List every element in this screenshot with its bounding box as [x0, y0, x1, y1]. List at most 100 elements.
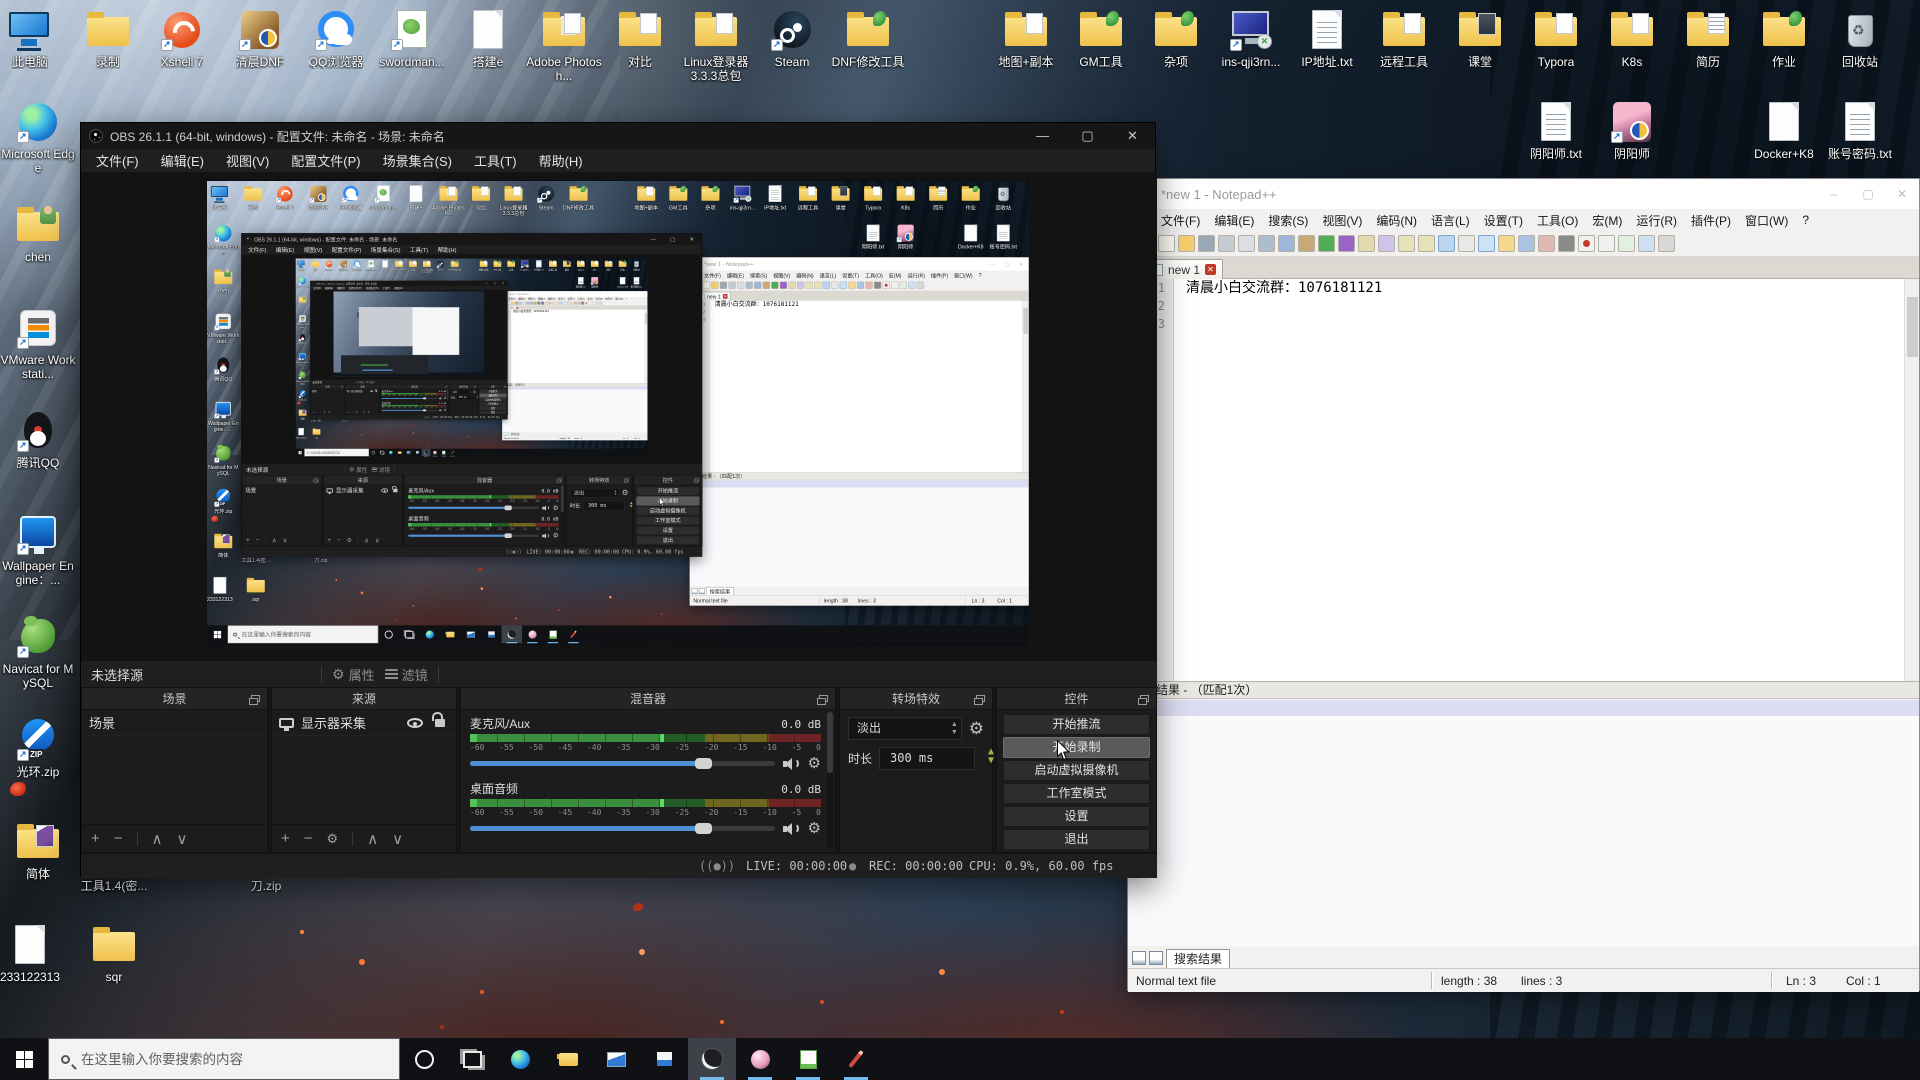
obs-menu-编辑(E)[interactable]: 编辑(E) — [271, 246, 299, 254]
doc-map-icon[interactable] — [574, 302, 577, 305]
desktop-icon-杂项[interactable]: 杂项 — [694, 184, 727, 210]
transition-gear-icon[interactable]: ⚙ — [969, 720, 984, 737]
macro-record-icon[interactable] — [883, 282, 890, 289]
volume-slider[interactable] — [470, 761, 775, 766]
notepad-editor[interactable]: 123 清晨小白交流群：1076181121 — [502, 310, 647, 384]
tab-new-1[interactable]: new 1 ✕ — [698, 292, 731, 301]
source-properties-button[interactable]: ⚙ — [347, 537, 352, 544]
desktop-icon-Navicat for MySQL[interactable]: Navicat for MySQL — [296, 371, 310, 385]
desktop-icon-IP地址.txt[interactable]: IP地址.txt — [532, 260, 546, 271]
obs-menu-配置文件(P)[interactable]: 配置文件(P) — [347, 286, 364, 289]
undo-icon[interactable] — [771, 282, 778, 289]
channel-gear-icon[interactable]: ⚙ — [808, 821, 821, 836]
close-icon[interactable]: ✕ — [1885, 187, 1919, 201]
notepad-title-bar[interactable]: *new 1 - Notepad++ – ▢ ✕ — [690, 258, 1029, 271]
search-input[interactable] — [310, 451, 361, 454]
search-results-tab[interactable]: 搜索结果 — [706, 587, 733, 595]
search-results-hit-line[interactable] — [690, 481, 1029, 488]
taskbar-icon-obs[interactable] — [688, 1038, 736, 1080]
taskbar-icon-file-explorer[interactable] — [544, 1038, 592, 1080]
speaker-icon[interactable] — [439, 397, 442, 400]
desktop-icon-233122313[interactable]: 233122313 — [207, 576, 236, 602]
desktop-icon-作业[interactable]: 作业 — [954, 184, 987, 210]
desktop-icon-作业[interactable]: 作业 — [1746, 8, 1822, 69]
add-source-button[interactable]: + — [347, 411, 349, 414]
paste-icon[interactable] — [763, 282, 770, 289]
channel-gear-icon[interactable]: ⚙ — [444, 409, 446, 412]
source-properties-button[interactable]: ⚙ — [355, 411, 357, 414]
notepad-menu-设置(T)[interactable]: 设置(T) — [1477, 212, 1530, 229]
scenes-list[interactable]: 场景 — [242, 485, 321, 534]
taskbar-icon-paint-brush[interactable] — [563, 625, 584, 643]
taskbar-icon-qq-avatar[interactable] — [522, 625, 543, 643]
desktop-icon-光环.zip[interactable]: ZIP光环.zip — [207, 488, 240, 514]
indent-guide-icon[interactable] — [1478, 235, 1495, 252]
find-icon[interactable] — [788, 282, 795, 289]
properties-button[interactable]: ⚙ 属性 — [332, 665, 375, 684]
sources-list[interactable]: 显示器采集 — [345, 389, 379, 410]
doc-map-icon[interactable] — [1518, 235, 1535, 252]
desktop-icon-Navicat for MySQL[interactable]: Navicat for MySQL — [0, 615, 76, 690]
duration-input[interactable]: 300 ms ▲▼ — [879, 747, 975, 770]
macro-record-icon[interactable] — [1578, 235, 1595, 252]
desktop-icon-QQ浏览器[interactable]: QQ浏览器 — [335, 184, 368, 210]
redo-icon[interactable] — [541, 302, 544, 305]
desktop-icon-swordman...[interactable]: swordman... — [364, 260, 378, 271]
obs-menu-场景集合(S)[interactable]: 场景集合(S) — [366, 246, 405, 254]
desktop-icon-回收站[interactable]: ♻回收站 — [630, 260, 644, 271]
minimize-icon[interactable]: — — [644, 234, 663, 245]
volume-slider[interactable] — [470, 826, 775, 831]
desktop-icon-sqr[interactable]: sqr — [76, 923, 152, 984]
copy-icon[interactable] — [1278, 235, 1295, 252]
desktop-icon-此电脑[interactable]: 此电脑 — [207, 184, 236, 210]
popout-icon[interactable] — [625, 479, 629, 482]
notepad-menu-?[interactable]: ? — [1795, 213, 1816, 227]
move-scene-up-button[interactable]: ∧ — [323, 411, 325, 414]
volume-slider[interactable] — [408, 507, 538, 509]
desktop-icon-sqr[interactable]: sqr — [240, 576, 273, 602]
macro-save-icon[interactable] — [1658, 235, 1675, 252]
popout-icon[interactable] — [558, 479, 562, 482]
function-list-icon[interactable] — [1498, 235, 1515, 252]
add-scene-button[interactable]: + — [91, 830, 100, 847]
desktop-icon-GM工具[interactable]: GM工具 — [490, 260, 504, 271]
desktop-icon-K8s[interactable]: K8s — [588, 260, 602, 271]
panel-icon[interactable] — [1132, 951, 1146, 965]
maximize-icon[interactable]: ▢ — [999, 261, 1014, 267]
obs-menu-视图(V)[interactable]: 视图(V) — [215, 151, 280, 170]
filters-button[interactable]: 滤镜 — [366, 380, 374, 383]
popout-icon[interactable] — [342, 386, 344, 387]
notepad-menu-宏(M)[interactable]: 宏(M) — [886, 272, 905, 279]
macro-play-icon[interactable] — [592, 302, 595, 305]
add-scene-button[interactable]: + — [246, 536, 250, 543]
desktop-icon-Microsoft Edge[interactable]: Microsoft Edge — [0, 100, 76, 175]
mixer-scrollbar[interactable] — [447, 389, 448, 414]
mixer-dock-header[interactable]: 混音器 — [461, 688, 835, 710]
obs-menu-文件(F)[interactable]: 文件(F) — [311, 286, 323, 289]
desktop-icon-VMware Workstati...[interactable]: VMware Workstati... — [0, 306, 76, 381]
desktop-icon-QQ浏览器[interactable]: QQ浏览器 — [298, 8, 374, 69]
desktop-icon-chen[interactable]: chen — [296, 296, 310, 307]
visibility-eye-icon[interactable] — [407, 718, 423, 728]
desktop-icon-光环.zip[interactable]: ZIP光环.zip — [296, 390, 310, 401]
volume-slider[interactable] — [382, 398, 438, 399]
desktop-icon-Wallpaper Engine：...[interactable]: Wallpaper Engine：... — [0, 512, 76, 587]
notepad-menu-插件(P)[interactable]: 插件(P) — [1684, 212, 1738, 229]
macro-play-icon[interactable] — [1618, 235, 1635, 252]
lock-icon[interactable] — [435, 719, 445, 727]
desktop-icon-作业[interactable]: 作业 — [616, 260, 630, 271]
move-scene-down-button[interactable]: ∨ — [328, 411, 330, 414]
desktop-icon-Xshell 7[interactable]: Xshell 7 — [269, 184, 302, 210]
search-input[interactable] — [79, 1051, 359, 1068]
obs-menu-帮助(H)[interactable]: 帮助(H) — [392, 286, 404, 289]
macro-save-icon[interactable] — [599, 302, 602, 305]
taskbar-icon-mail[interactable] — [404, 449, 413, 457]
start-button[interactable] — [0, 1038, 48, 1080]
control-button-退出[interactable]: 退出 — [1003, 829, 1150, 850]
speaker-icon[interactable] — [439, 409, 442, 412]
notepad-menu-工具(O)[interactable]: 工具(O) — [862, 272, 886, 279]
control-button-工作室模式[interactable]: 工作室模式 — [1003, 783, 1150, 804]
taskbar-icon-task-view[interactable] — [399, 625, 420, 643]
notepad-menu-搜索(S)[interactable]: 搜索(S) — [747, 272, 770, 279]
taskbar-search-box[interactable] — [48, 1038, 400, 1080]
